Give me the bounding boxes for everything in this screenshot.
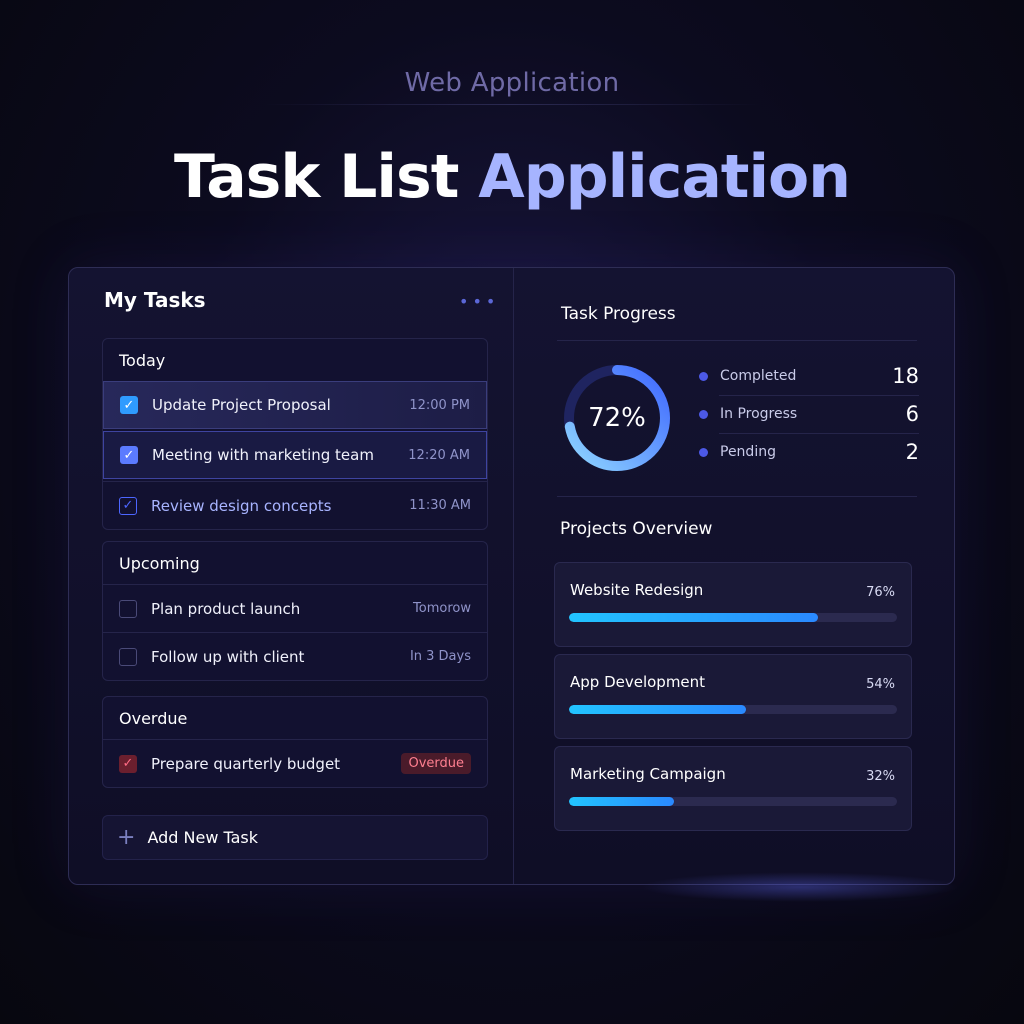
project-progress-fill <box>569 797 674 806</box>
task-row[interactable]: ✓ Review design concepts 11:30 AM <box>103 481 487 529</box>
project-name: Website Redesign <box>570 581 704 599</box>
task-label: Follow up with client <box>151 647 305 666</box>
add-new-task-button[interactable]: + Add New Task <box>102 815 488 860</box>
status-dot-icon <box>699 409 708 419</box>
page-title-part2: Application <box>478 142 851 212</box>
task-group-today: Today ✓ Update Project Proposal 12:00 PM… <box>102 338 488 530</box>
task-progress-title: Task Progress <box>561 304 676 324</box>
project-name: App Development <box>570 673 706 691</box>
progress-percent: 72% <box>588 403 646 433</box>
checkbox-unchecked-icon[interactable] <box>119 647 137 666</box>
task-row[interactable]: ✓ Meeting with marketing team 12:20 AM <box>103 431 487 479</box>
task-row[interactable]: Plan product launch Tomorow <box>103 584 487 632</box>
task-time: 11:30 AM <box>409 498 471 513</box>
stat-pending: Pending 2 <box>699 434 919 470</box>
my-tasks-title: My Tasks <box>104 288 206 312</box>
task-label: Prepare quarterly budget <box>151 754 341 773</box>
header-eyebrow: Web Application <box>404 68 620 98</box>
status-dot-icon <box>699 371 708 381</box>
project-percent: 54% <box>866 677 895 692</box>
task-row[interactable]: Follow up with client In 3 Days <box>103 632 487 680</box>
overdue-badge: Overdue <box>401 753 471 774</box>
task-label: Plan product launch <box>151 599 301 618</box>
project-progress-fill <box>569 705 747 714</box>
task-due: Tomorow <box>413 601 471 616</box>
project-percent: 76% <box>866 585 895 600</box>
page-title-part1: Task List <box>174 142 459 212</box>
status-dot-icon <box>699 447 708 457</box>
projects-overview-title: Projects Overview <box>560 519 713 539</box>
task-label: Review design concepts <box>151 496 332 515</box>
project-progress-track <box>569 705 897 714</box>
stat-value: 6 <box>905 402 919 426</box>
task-group-overdue: Overdue ✓ Prepare quarterly budget Overd… <box>102 696 488 788</box>
task-label: Update Project Proposal <box>152 396 331 414</box>
checkbox-checked-icon[interactable]: ✓ <box>119 496 137 515</box>
app-panel: My Tasks ••• Today ✓ Update Project Prop… <box>68 267 955 885</box>
project-progress-fill <box>569 613 819 622</box>
more-dots-icon[interactable]: ••• <box>459 292 499 311</box>
overdue-checkbox-icon[interactable]: ✓ <box>119 754 137 773</box>
stat-value: 2 <box>905 440 919 464</box>
group-header-today: Today <box>119 351 166 370</box>
stat-name: Completed <box>720 368 797 384</box>
group-header-upcoming: Upcoming <box>119 554 200 573</box>
page-title: Task List Application <box>0 142 1024 212</box>
task-row[interactable]: ✓ Update Project Proposal 12:00 PM <box>103 381 487 429</box>
column-divider <box>513 268 514 884</box>
task-due: In 3 Days <box>409 649 471 664</box>
stat-completed: Completed 18 <box>699 358 919 394</box>
task-label: Meeting with marketing team <box>152 446 374 464</box>
project-name: Marketing Campaign <box>570 765 726 783</box>
stat-name: Pending <box>720 444 776 460</box>
group-header-overdue: Overdue <box>119 709 188 728</box>
project-progress-track <box>569 613 897 622</box>
task-time: 12:20 AM <box>408 447 470 463</box>
stat-name: In Progress <box>720 406 798 422</box>
project-card-app-development[interactable]: App Development 54% <box>554 654 912 739</box>
stat-value: 18 <box>892 364 919 388</box>
header-rule <box>262 104 762 105</box>
checkbox-unchecked-icon[interactable] <box>119 599 137 618</box>
add-task-label: Add New Task <box>147 828 259 847</box>
section-divider <box>557 340 917 341</box>
checkbox-checked-icon[interactable]: ✓ <box>120 446 138 464</box>
task-row[interactable]: ✓ Prepare quarterly budget Overdue <box>103 739 487 787</box>
section-divider <box>557 496 917 497</box>
plus-icon: + <box>117 825 136 850</box>
checkbox-checked-icon[interactable]: ✓ <box>120 396 138 414</box>
project-progress-track <box>569 797 897 806</box>
project-card-marketing-campaign[interactable]: Marketing Campaign 32% <box>554 746 912 831</box>
stat-in-progress: In Progress 6 <box>699 396 919 432</box>
project-card-website-redesign[interactable]: Website Redesign 76% <box>554 562 912 647</box>
bottom-glow <box>640 872 960 902</box>
task-time: 12:00 PM <box>409 397 470 413</box>
task-group-upcoming: Upcoming Plan product launch Tomorow Fol… <box>102 541 488 681</box>
project-percent: 32% <box>866 769 895 784</box>
